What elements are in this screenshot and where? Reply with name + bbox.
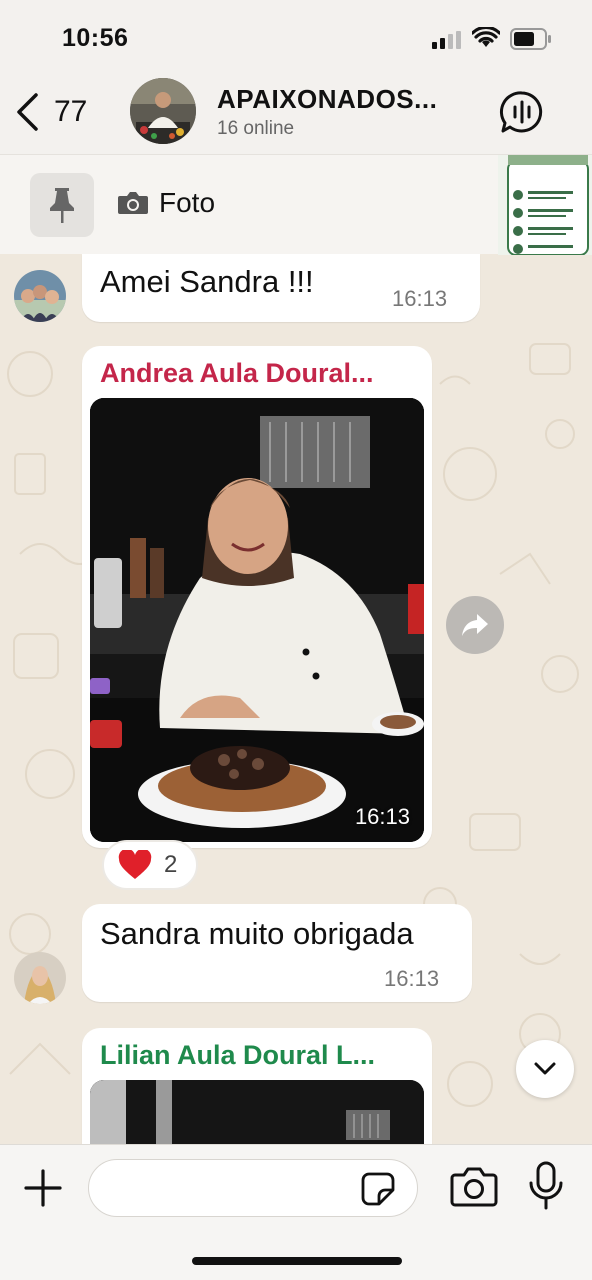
voice-chat-icon <box>499 91 543 133</box>
photo-message-bubble[interactable]: Andrea Aula Doural... 16:13 <box>82 346 432 848</box>
sticker-icon <box>361 1172 395 1206</box>
pinned-thumbnail[interactable] <box>498 155 592 255</box>
back-button[interactable]: 77 <box>14 90 104 134</box>
cellular-signal-icon <box>432 31 461 49</box>
camera-icon <box>118 192 148 214</box>
chevron-down-icon <box>534 1062 556 1075</box>
microphone-icon <box>529 1161 563 1210</box>
sender-avatar[interactable] <box>14 952 66 1004</box>
wifi-icon <box>472 27 500 47</box>
message-input[interactable] <box>107 1170 357 1206</box>
group-avatar[interactable] <box>130 78 196 144</box>
plus-icon <box>24 1169 62 1207</box>
forward-icon <box>462 614 488 636</box>
forward-button[interactable] <box>446 596 504 654</box>
microphone-button[interactable] <box>526 1161 566 1211</box>
scroll-to-bottom-button[interactable] <box>516 1040 574 1098</box>
camera-button[interactable] <box>450 1165 498 1209</box>
online-status: 16 online <box>217 118 295 139</box>
group-name[interactable]: APAIXONADOS... <box>217 84 437 115</box>
pin-icon <box>50 188 74 223</box>
voice-chat-button[interactable] <box>498 88 546 136</box>
message-photo[interactable]: 16:13 <box>90 398 424 842</box>
attach-button[interactable] <box>22 1167 64 1209</box>
message-time: 16:13 <box>392 286 448 311</box>
sender-name[interactable]: Andrea Aula Doural... <box>100 358 374 389</box>
message-reaction[interactable]: 2 <box>102 840 198 890</box>
message-bubble[interactable]: Amei Sandra !!! 16:13 <box>82 254 480 322</box>
heart-icon <box>118 850 152 879</box>
sticker-button[interactable] <box>361 1172 395 1206</box>
sender-name[interactable]: Lilian Aula Doural L... <box>100 1040 375 1071</box>
status-time: 10:56 <box>62 24 129 52</box>
reaction-count: 2 <box>164 851 178 878</box>
message-composer <box>0 1144 592 1280</box>
pinned-label: Foto <box>117 187 215 219</box>
message-text: Sandra muito obrigada <box>100 916 414 951</box>
message-text: Amei Sandra !!! <box>100 264 314 299</box>
camera-icon <box>450 1167 498 1207</box>
home-indicator <box>192 1257 402 1265</box>
pinned-message-bar[interactable]: Foto <box>0 154 592 255</box>
message-time: 16:13 <box>354 804 410 829</box>
message-input-container[interactable] <box>88 1159 418 1217</box>
unread-count: 77 <box>54 95 88 128</box>
pin-button[interactable] <box>30 173 94 237</box>
sender-avatar[interactable] <box>14 270 66 322</box>
status-bar: 10:56 <box>0 0 592 76</box>
message-time: 16:13 <box>384 966 440 991</box>
pinned-text: Foto <box>159 187 216 218</box>
chat-header: 77 APAIXONADOS... 16 online <box>0 76 592 154</box>
chevron-left-icon <box>17 93 38 131</box>
message-bubble[interactable]: Sandra muito obrigada 16:13 <box>82 904 472 1002</box>
battery-icon <box>510 28 551 50</box>
